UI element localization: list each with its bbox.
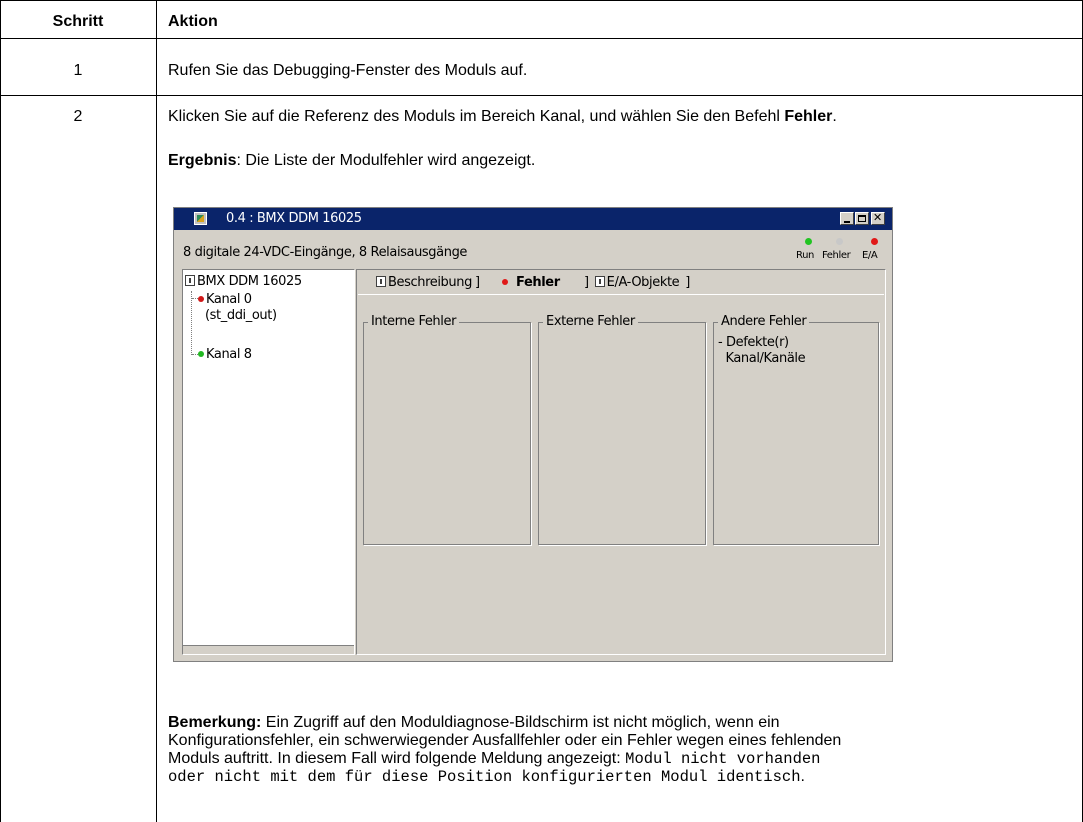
channel-8-label: Kanal 8 (206, 347, 252, 362)
status-leds: Run Fehler E/A (794, 236, 886, 264)
row-divider (0, 95, 1083, 96)
description-tab-icon (376, 276, 386, 287)
step-action-2: Klicken Sie auf die Referenz des Moduls … (168, 107, 837, 126)
note: Bemerkung: Ein Zugriff auf den Moduldiag… (168, 714, 841, 786)
note-code-2: oder nicht mit dem für diese Position ko… (168, 768, 801, 786)
internal-errors-title: Interne Fehler (368, 314, 460, 329)
tab-ea-objekte[interactable]: ] E/A-Objekte] (584, 274, 690, 292)
maximize-button[interactable] (855, 212, 869, 225)
header-action: Aktion (168, 13, 218, 30)
module-tree: BMX DDM 16025 Kanal 0 (st_ddi_out) Kanal… (182, 269, 355, 655)
tree-channel-8[interactable]: Kanal 8 (198, 347, 252, 362)
run-led-label: Run (796, 250, 814, 261)
tab-beschreibung[interactable]: Beschreibung] (376, 274, 480, 292)
header-divider (0, 38, 1083, 39)
other-errors-group: Andere Fehler - Defekte(r) Kanal/Kanäle (713, 314, 879, 545)
ea-objects-tab-icon (594, 276, 605, 287)
other-errors-list: - Defekte(r) Kanal/Kanäle (718, 335, 806, 367)
note-line-3: Moduls auftritt. In diesem Fall wird fol… (168, 750, 626, 767)
maximize-icon (858, 215, 866, 222)
table-border-top (0, 0, 1083, 1)
tab-beschreibung-label: Beschreibung (388, 275, 472, 290)
defect-item-channels: Kanal/Kanäle (718, 351, 806, 366)
channel-0-status-icon (198, 296, 204, 302)
ea-led-icon (871, 238, 878, 245)
step-action-1: Rufen Sie das Debugging-Fenster des Modu… (168, 62, 528, 79)
run-led-icon (805, 238, 812, 245)
tree-root-label: BMX DDM 16025 (197, 274, 302, 289)
window-titlebar: 0.4 : BMX DDM 16025 ✕ (174, 208, 892, 230)
step-number-1: 1 (73, 62, 83, 79)
fehler-led-label: Fehler (822, 250, 851, 261)
close-button[interactable]: ✕ (871, 211, 885, 225)
fehler-tab-icon (502, 279, 508, 285)
other-errors-title: Andere Fehler (718, 314, 810, 329)
note-line-2: Konfigurationsfehler, ein schwerwiegende… (168, 732, 842, 749)
tab-ea-objekte-label: E/A-Objekte (606, 275, 680, 290)
external-errors-title: Externe Fehler (543, 314, 638, 329)
channel-0-label: Kanal 0 (206, 292, 252, 307)
result-line: Ergebnis: Die Liste der Modulfehler wird… (168, 151, 535, 170)
minimize-button[interactable] (840, 212, 854, 225)
close-icon: ✕ (873, 211, 882, 224)
window-title: 0.4 : BMX DDM 16025 (226, 211, 362, 226)
result-text: : Die Liste der Modulfehler wird angezei… (236, 152, 536, 169)
command-fehler: Fehler (784, 108, 833, 125)
tab-strip: Beschreibung] Fehler ] E/A-Objekte] (358, 271, 884, 293)
note-label: Bemerkung: (168, 714, 262, 731)
step-number-2: 2 (73, 108, 83, 125)
minimize-icon (844, 221, 850, 223)
ea-led-label: E/A (862, 250, 878, 261)
fehler-tab-panel: Interne Fehler Externe Fehler Andere Feh… (358, 294, 884, 653)
module-app-icon (194, 212, 207, 225)
module-description: 8 digitale 24-VDC-Eingänge, 8 Relaisausg… (183, 245, 468, 260)
note-line-1: Ein Zugriff auf den Moduldiagnose-Bildsc… (261, 714, 780, 731)
tab-container: Beschreibung] Fehler ] E/A-Objekte] Inter… (356, 269, 886, 655)
step-action-2-end: . (832, 108, 837, 125)
external-errors-group: Externe Fehler (538, 314, 706, 545)
defect-item: - Defekte(r) (718, 335, 789, 350)
tree-scrollbar[interactable] (183, 645, 354, 654)
internal-errors-group: Interne Fehler (363, 314, 531, 545)
tree-channel-0[interactable]: Kanal 0 (198, 292, 252, 307)
result-label: Ergebnis (168, 152, 237, 169)
module-debug-window: 0.4 : BMX DDM 16025 ✕ 8 digitale 24-VDC-… (173, 207, 893, 662)
channel-8-status-icon (198, 351, 204, 357)
tab-fehler[interactable]: Fehler (502, 274, 560, 292)
tab-fehler-label: Fehler (516, 275, 560, 290)
note-code-1: Modul nicht vorhanden (625, 750, 821, 768)
fehler-led-icon (836, 238, 843, 245)
channel-0-sublabel: (st_ddi_out) (205, 308, 277, 323)
note-end: . (800, 768, 805, 785)
module-icon (185, 275, 195, 286)
header-step: Schritt (52, 13, 104, 30)
tree-root[interactable]: BMX DDM 16025 (185, 274, 302, 289)
column-divider (156, 0, 157, 822)
tree-connector (191, 291, 193, 355)
step-action-2-text: Klicken Sie auf die Referenz des Moduls … (168, 108, 785, 125)
